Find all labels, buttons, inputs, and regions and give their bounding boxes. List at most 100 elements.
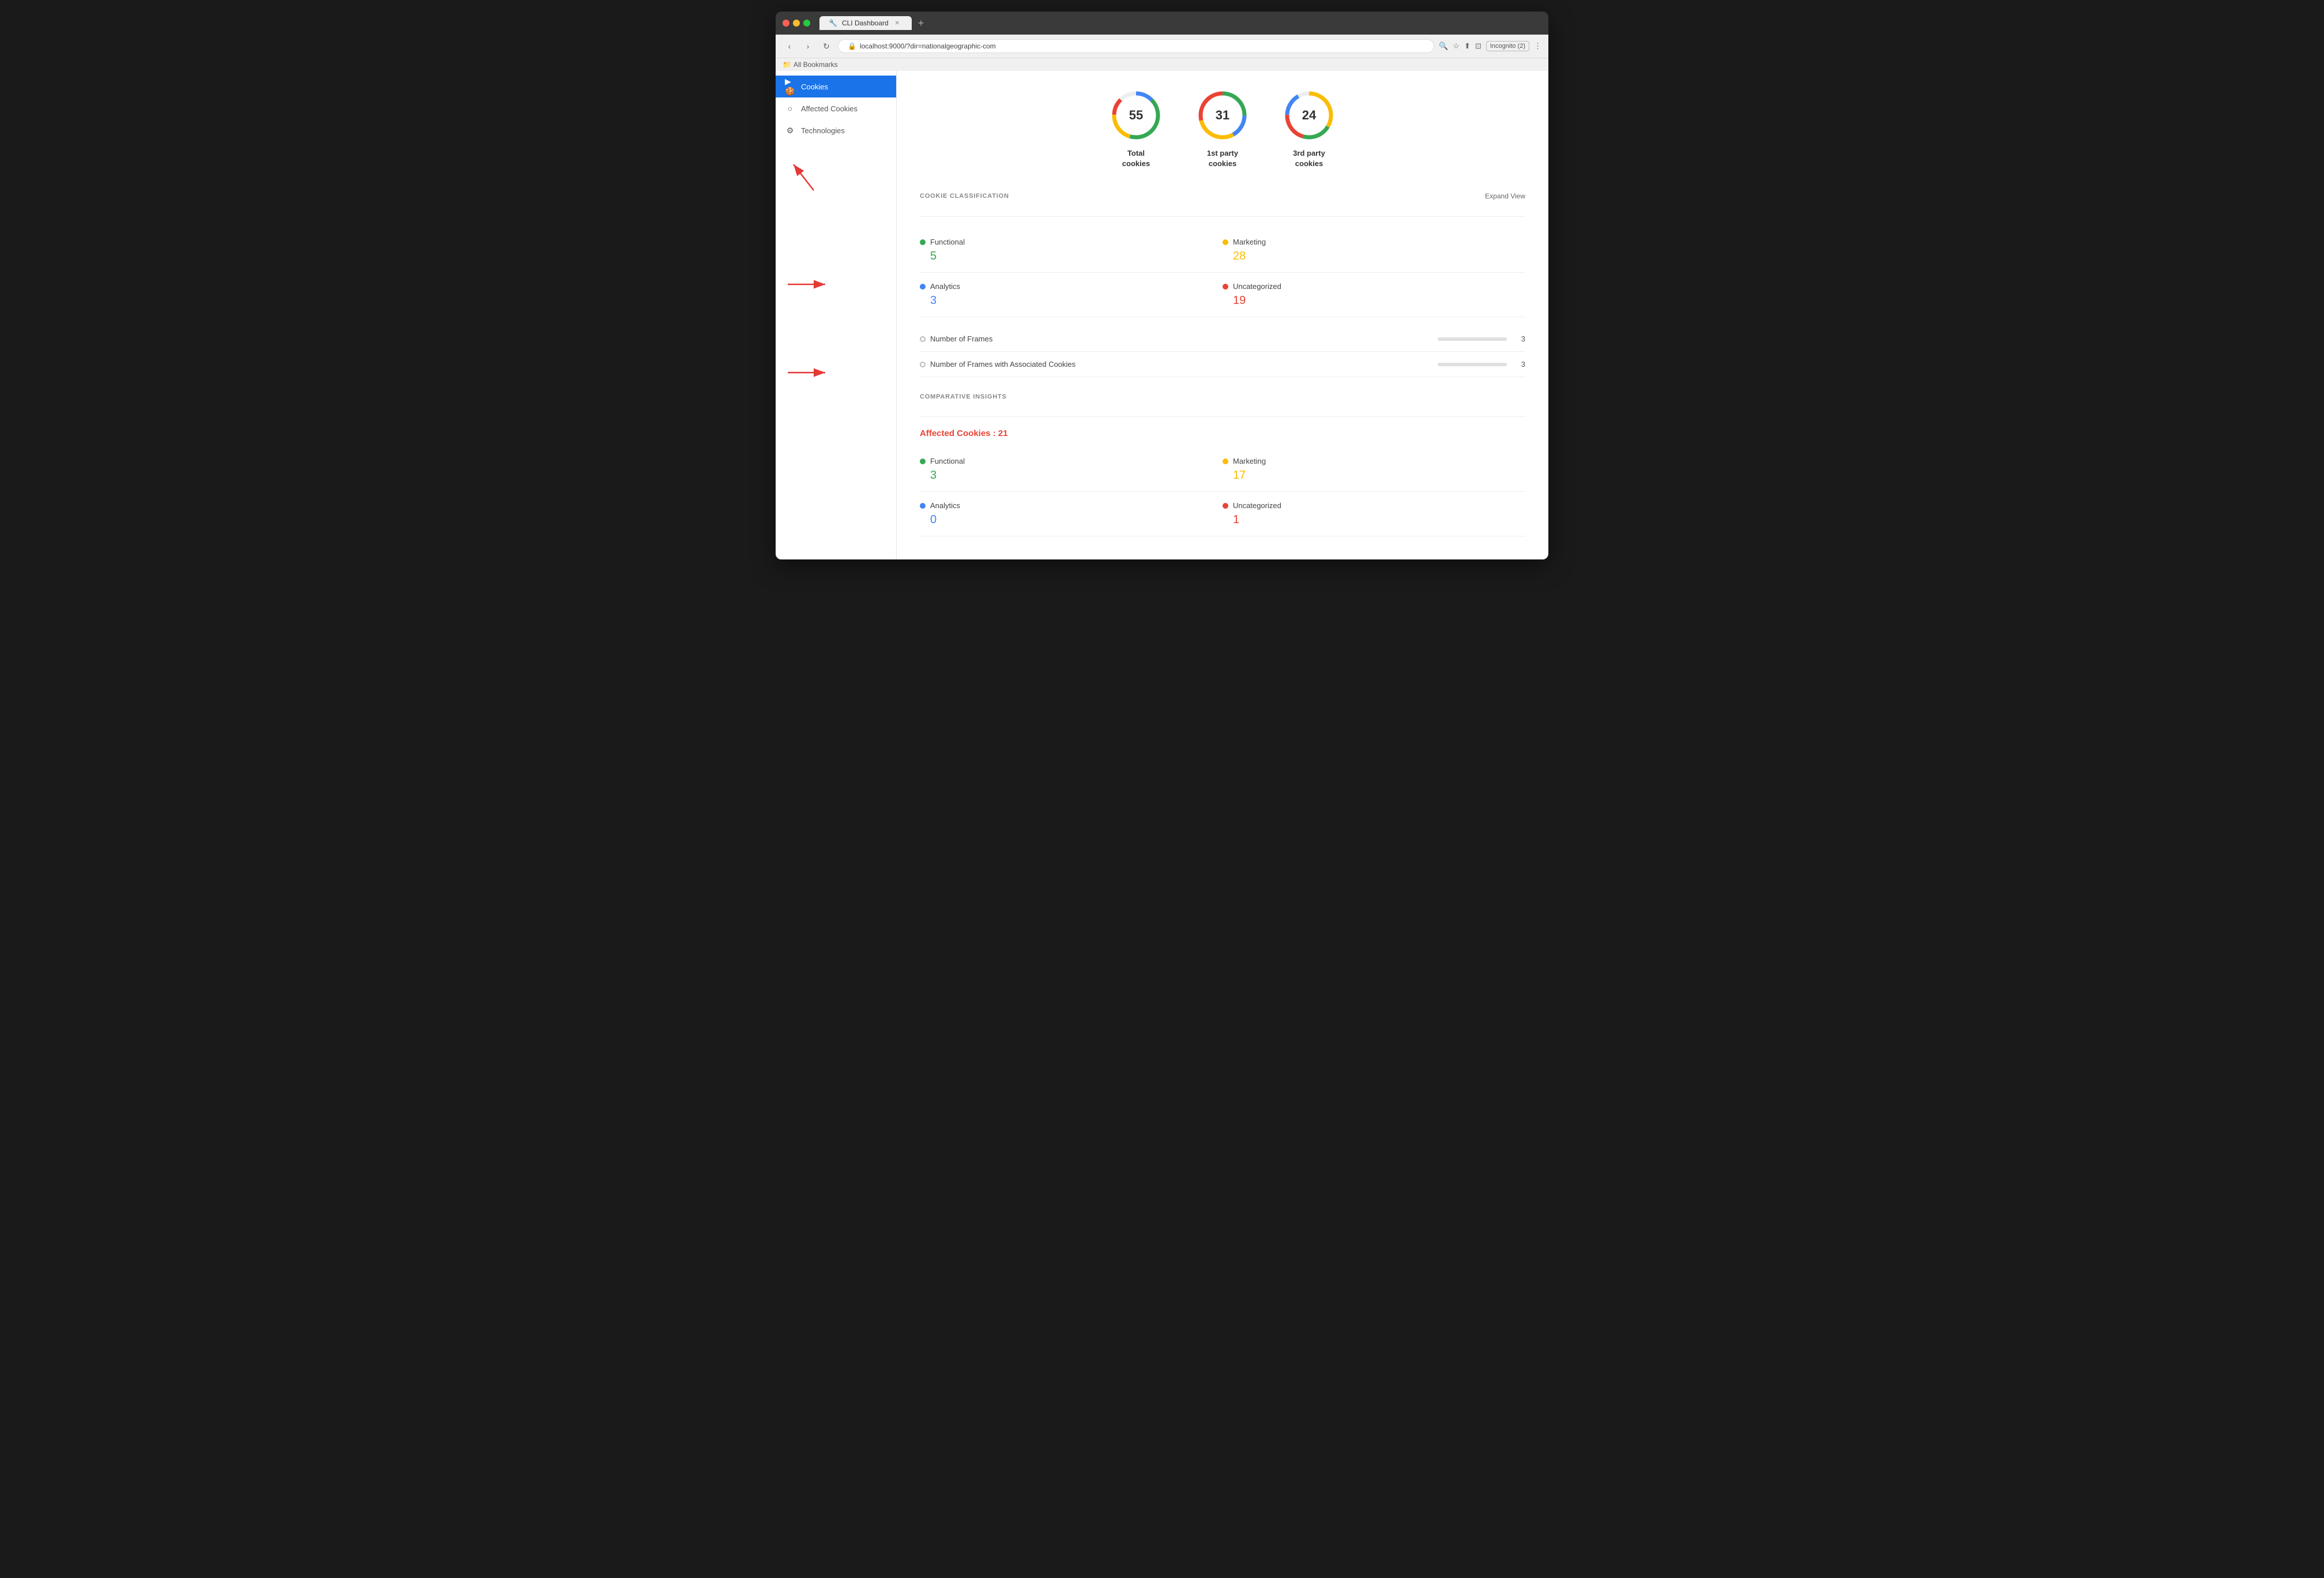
tab-bar: 🔧 CLI Dashboard ✕ + <box>819 16 1525 30</box>
tab-close-icon[interactable]: ✕ <box>893 19 901 27</box>
titlebar: 🔧 CLI Dashboard ✕ + <box>776 12 1548 35</box>
cookie-classification-header: COOKIE CLASSIFICATION Expand View <box>920 192 1525 205</box>
main-content: 55 Totalcookies 31 <box>897 71 1548 559</box>
frames-bar-container-2: 3 <box>1438 360 1525 369</box>
classification-analytics: Analytics 3 <box>920 273 1223 317</box>
stat-first-party-cookies: 31 1st partycookies <box>1197 89 1249 169</box>
menu-icon[interactable]: ⋮ <box>1534 42 1541 51</box>
frames-text-1: Number of Frames <box>930 335 992 343</box>
functional-dot <box>920 239 926 245</box>
ci-marketing-header: Marketing <box>1223 457 1525 465</box>
ci-uncategorized-dot <box>1223 503 1228 509</box>
bookmarks-label: All Bookmarks <box>794 61 838 69</box>
sidebar-item-cookies-label: Cookies <box>801 82 828 91</box>
expand-view-button[interactable]: Expand View <box>1485 192 1525 200</box>
frames-dot-2 <box>920 362 926 367</box>
sidebar-item-affected-cookies[interactable]: ○ Affected Cookies <box>776 97 896 119</box>
technologies-icon: ⚙ <box>785 125 795 136</box>
frames-bar-2 <box>1438 363 1507 366</box>
reload-button[interactable]: ↻ <box>819 39 833 53</box>
ci-marketing: Marketing 17 <box>1223 448 1525 492</box>
browser-toolbar: ‹ › ↻ 🔒 localhost:9000/?dir=nationalgeog… <box>776 35 1548 58</box>
browser-window: 🔧 CLI Dashboard ✕ + ‹ › ↻ 🔒 localhost:90… <box>776 12 1548 559</box>
new-tab-button[interactable]: + <box>914 16 928 30</box>
active-tab[interactable]: 🔧 CLI Dashboard ✕ <box>819 16 912 30</box>
classification-divider <box>920 216 1525 217</box>
analytics-label: Analytics <box>930 282 960 291</box>
functional-value: 5 <box>920 250 1199 263</box>
third-party-label: 3rd partycookies <box>1293 148 1325 169</box>
ci-uncategorized-header: Uncategorized <box>1223 501 1525 510</box>
classification-grid: Functional 5 Marketing 28 Anal <box>920 228 1525 317</box>
third-party-donut: 24 <box>1283 89 1335 141</box>
ci-functional-dot <box>920 459 926 464</box>
address-bar[interactable]: 🔒 localhost:9000/?dir=nationalgeographic… <box>838 39 1434 53</box>
ci-marketing-label: Marketing <box>1233 457 1266 465</box>
classification-marketing: Marketing 28 <box>1223 228 1525 273</box>
back-button[interactable]: ‹ <box>783 39 796 53</box>
frames-dot-1 <box>920 336 926 342</box>
arrow-up-indicator <box>785 159 819 193</box>
sidebar-icon[interactable]: ⊡ <box>1475 42 1481 51</box>
sidebar-item-affected-cookies-label: Affected Cookies <box>801 104 858 113</box>
ci-marketing-dot <box>1223 459 1228 464</box>
uncategorized-value: 19 <box>1223 294 1525 307</box>
uncategorized-label: Uncategorized <box>1233 282 1281 291</box>
stat-third-party-cookies: 24 3rd partycookies <box>1283 89 1335 169</box>
functional-header: Functional <box>920 238 1199 246</box>
analytics-header: Analytics <box>920 282 1199 291</box>
bookmarks-folder-icon: 📁 <box>783 61 791 69</box>
analytics-dot <box>920 284 926 290</box>
toolbar-actions: 🔍 ☆ ⬆ ⊡ Incognito (2) ⋮ <box>1439 41 1541 51</box>
ci-functional: Functional 3 <box>920 448 1223 492</box>
bookmark-icon[interactable]: ☆ <box>1453 42 1460 51</box>
marketing-value: 28 <box>1223 250 1525 263</box>
ci-analytics-label: Analytics <box>930 501 960 510</box>
arrow-right-2-indicator <box>785 364 831 381</box>
bookmarks-bar: 📁 All Bookmarks <box>776 58 1548 71</box>
share-icon[interactable]: ⬆ <box>1464 42 1471 51</box>
stat-total-cookies: 55 Totalcookies <box>1110 89 1162 169</box>
frames-value-2: 3 <box>1514 360 1525 369</box>
tab-title: CLI Dashboard <box>842 19 889 27</box>
arrow-right-1-indicator <box>785 276 831 293</box>
frames-bar-1 <box>1438 337 1507 341</box>
first-party-value: 31 <box>1216 108 1229 123</box>
tab-favicon: 🔧 <box>829 19 837 27</box>
maximize-button[interactable] <box>803 20 810 27</box>
third-party-value: 24 <box>1302 108 1316 123</box>
sidebar-item-technologies-label: Technologies <box>801 126 845 135</box>
comparative-grid: Functional 3 Marketing 17 <box>920 448 1525 536</box>
total-cookies-label: Totalcookies <box>1122 148 1150 169</box>
comparative-insights-section: COMPARATIVE INSIGHTS Affected Cookies : … <box>920 393 1525 536</box>
traffic-lights <box>783 20 810 27</box>
ci-analytics-value: 0 <box>920 513 1199 527</box>
ci-uncategorized-label: Uncategorized <box>1233 501 1281 510</box>
minimize-button[interactable] <box>793 20 800 27</box>
marketing-dot <box>1223 239 1228 245</box>
stats-row: 55 Totalcookies 31 <box>920 85 1525 169</box>
classification-uncategorized: Uncategorized 19 <box>1223 273 1525 317</box>
frames-row-1: Number of Frames 3 <box>920 326 1525 352</box>
sidebar-item-technologies[interactable]: ⚙ Technologies <box>776 119 896 141</box>
frames-label-1: Number of Frames <box>920 335 1438 343</box>
ci-analytics-dot <box>920 503 926 509</box>
ci-functional-value: 3 <box>920 469 1199 482</box>
forward-button[interactable]: › <box>801 39 815 53</box>
total-cookies-value: 55 <box>1129 108 1143 123</box>
frames-text-2: Number of Frames with Associated Cookies <box>930 360 1075 369</box>
frames-row-2: Number of Frames with Associated Cookies… <box>920 352 1525 377</box>
cookies-icon: ▶ 🍪 <box>785 81 795 92</box>
first-party-donut: 31 <box>1197 89 1249 141</box>
marketing-label: Marketing <box>1233 238 1266 246</box>
zoom-icon[interactable]: 🔍 <box>1439 42 1448 51</box>
total-cookies-donut: 55 <box>1110 89 1162 141</box>
incognito-label: Incognito (2) <box>1486 41 1529 51</box>
affected-cookies-count: Affected Cookies : 21 <box>920 429 1525 438</box>
ci-analytics-header: Analytics <box>920 501 1199 510</box>
close-button[interactable] <box>783 20 789 27</box>
app-layout: ▶ 🍪 Cookies ○ Affected Cookies ⚙ Technol… <box>776 71 1548 559</box>
sidebar-item-cookies[interactable]: ▶ 🍪 Cookies <box>776 76 896 97</box>
ci-functional-label: Functional <box>930 457 965 465</box>
sidebar: ▶ 🍪 Cookies ○ Affected Cookies ⚙ Technol… <box>776 71 897 559</box>
